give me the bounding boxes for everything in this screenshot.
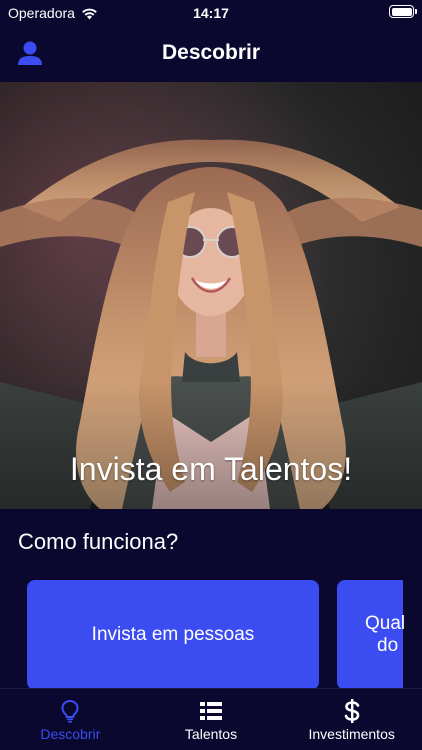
card-label: Invista em pessoas	[91, 624, 255, 645]
hero-photo	[0, 82, 422, 509]
status-time: 14:17	[193, 5, 229, 21]
card-label-line1: Qual	[365, 613, 406, 634]
hero-title: Invista em Talentos!	[69, 451, 353, 487]
card-label: Qual do	[365, 613, 405, 657]
card-next[interactable]: Qual do	[337, 580, 405, 690]
status-bar: Operadora 14:17	[0, 0, 422, 26]
tab-bar: Descobrir Talentos Investimentos	[0, 688, 422, 750]
tab-descobrir[interactable]: Descobrir	[0, 689, 141, 750]
tab-talentos[interactable]: Talentos	[141, 689, 282, 750]
list-icon	[199, 699, 223, 723]
card-label-line2: do	[377, 635, 399, 656]
card-invest-people[interactable]: Invista em pessoas	[27, 580, 319, 690]
navigation-bar: Descobrir	[0, 26, 422, 82]
dollar-icon	[340, 699, 364, 723]
lightbulb-icon	[58, 699, 82, 723]
tab-investimentos[interactable]: Investimentos	[281, 689, 422, 750]
battery-icon	[389, 5, 417, 18]
tab-label: Talentos	[184, 726, 238, 742]
tab-label: Descobrir	[40, 726, 101, 742]
section-title: Como funciona?	[18, 529, 179, 554]
tab-label: Investimentos	[308, 726, 395, 742]
hero-banner[interactable]: Invista em Talentos!	[0, 82, 422, 509]
page-title: Descobrir	[161, 41, 261, 64]
